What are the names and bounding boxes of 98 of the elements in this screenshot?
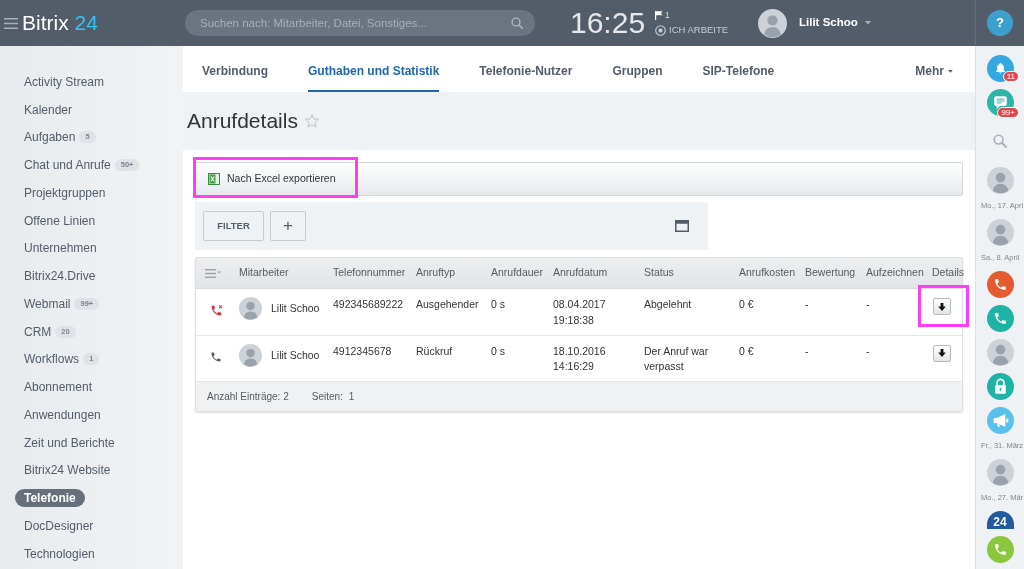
column-header[interactable]: Details bbox=[932, 265, 965, 281]
employee-name[interactable]: Lilit Schoo bbox=[271, 301, 320, 317]
tab[interactable]: Gruppen bbox=[612, 46, 663, 92]
avatar-icon[interactable] bbox=[986, 458, 1014, 486]
table-cell-text: Rückruf bbox=[416, 343, 454, 359]
sidebar-item[interactable]: Projektgruppen bbox=[24, 184, 106, 201]
table-cell-text: - bbox=[805, 297, 810, 312]
column-header[interactable]: Mitarbeiter bbox=[239, 265, 289, 281]
phone-icon[interactable] bbox=[986, 535, 1014, 563]
spreadsheet-icon bbox=[208, 173, 220, 185]
sidebar-item[interactable]: Bitrix24.Drive bbox=[24, 268, 96, 285]
table-cell-text: 4912345678 bbox=[333, 343, 393, 359]
caret-icon[interactable] bbox=[864, 21, 871, 25]
employee-name[interactable]: Lilit Schoo bbox=[271, 347, 320, 363]
arrow-down-icon bbox=[938, 302, 946, 311]
table-cell-text: 18.10.2016 14:16:29 bbox=[553, 343, 607, 374]
counter-badge: 99+ bbox=[997, 107, 1019, 118]
sidebar-item[interactable]: Webmail bbox=[24, 295, 71, 312]
table-cell-text: Ausgehender bbox=[416, 297, 479, 312]
user-name[interactable]: Lilit Schoo bbox=[799, 14, 858, 32]
more-tab[interactable]: Mehr bbox=[915, 46, 953, 92]
clock: 16:25 bbox=[570, 6, 646, 40]
avatar-icon bbox=[239, 343, 262, 367]
column-header[interactable]: Bewertung bbox=[805, 265, 856, 281]
sidebar-item[interactable]: Aufgaben bbox=[24, 129, 76, 146]
sidebar-item[interactable]: Zeit und Berichte bbox=[24, 434, 115, 451]
download-button[interactable] bbox=[933, 344, 951, 362]
table-cell-text: - bbox=[805, 343, 810, 359]
phone-icon[interactable] bbox=[986, 304, 1014, 332]
logo[interactable]: Bitrix 24 bbox=[22, 11, 98, 35]
avatar-icon bbox=[239, 297, 262, 320]
stop-circle-icon bbox=[655, 24, 666, 36]
phone-icon bbox=[210, 350, 222, 363]
column-header[interactable]: Aufzeichnen bbox=[866, 265, 924, 281]
table-cell-text: 0 s bbox=[491, 297, 506, 312]
table-cell-text: 08.04.2017 19:18:38 bbox=[553, 297, 607, 328]
column-header[interactable]: Telefonnummer bbox=[333, 265, 406, 281]
sidebar-item[interactable]: Unternehmen bbox=[24, 240, 97, 257]
bell-icon[interactable] bbox=[986, 54, 1014, 82]
column-header[interactable]: Anrufdatum bbox=[553, 265, 608, 281]
search-icon[interactable] bbox=[993, 134, 1007, 148]
avatar-icon[interactable] bbox=[986, 218, 1014, 246]
table-cell-text: Abgelehnt bbox=[644, 297, 693, 312]
sidebar-item[interactable]: Activity Stream bbox=[24, 73, 104, 90]
sidebar-item[interactable]: Kalender bbox=[24, 101, 73, 118]
sidebar-item[interactable]: Offene Linien bbox=[24, 212, 96, 229]
star-icon[interactable] bbox=[303, 113, 320, 129]
phone-cross-icon bbox=[210, 304, 224, 317]
sidebar-item[interactable]: DocDesigner bbox=[24, 517, 94, 534]
tab[interactable]: Telefonie-Nutzer bbox=[479, 46, 573, 92]
sidebar-item[interactable]: Technologien bbox=[24, 545, 95, 562]
tab[interactable]: Guthaben und Statistik bbox=[308, 46, 440, 92]
search-icon[interactable] bbox=[511, 17, 523, 29]
sidebar-item[interactable]: Telefonie bbox=[15, 489, 85, 508]
sidebar-item[interactable]: Chat und Anrufe bbox=[24, 157, 111, 174]
app-button[interactable]: 24 bbox=[986, 511, 1014, 529]
table-cell-text: 492345689222 bbox=[333, 297, 404, 312]
table-cell-text: Der Anruf war verpasst bbox=[644, 343, 710, 374]
table-cell-text: 0 € bbox=[739, 297, 755, 312]
table-cell-text: - bbox=[866, 343, 871, 359]
work-status-button[interactable]: ICH ARBEITE bbox=[655, 24, 729, 36]
table-cell-text: - bbox=[866, 297, 871, 312]
download-button[interactable] bbox=[933, 298, 951, 315]
avatar-icon[interactable] bbox=[758, 8, 787, 38]
megaphone-icon[interactable] bbox=[986, 406, 1014, 434]
filter-button[interactable]: FILTER bbox=[203, 211, 264, 241]
entry-count: Anzahl Einträge: 2 bbox=[207, 390, 289, 404]
column-header[interactable]: Anrufkosten bbox=[739, 265, 796, 281]
export-button[interactable]: Nach Excel exportieren bbox=[208, 171, 336, 187]
page-number[interactable]: 1 bbox=[348, 389, 355, 404]
search-field[interactable]: Suchen nach: Mitarbeiter, Datei, Sonstiges... bbox=[185, 10, 535, 36]
column-header[interactable]: Status bbox=[644, 265, 674, 281]
page-title: Anrufdetails bbox=[187, 108, 298, 134]
table-cell-text: 0 € bbox=[739, 343, 755, 359]
window-icon[interactable] bbox=[675, 220, 689, 232]
avatar-icon[interactable] bbox=[986, 166, 1014, 194]
caret-icon bbox=[948, 69, 953, 73]
avatar-icon[interactable] bbox=[986, 338, 1014, 366]
sidebar-item[interactable]: CRM bbox=[24, 323, 52, 340]
flag-count: 1 bbox=[665, 10, 670, 20]
sidebar-item[interactable]: Abonnement bbox=[24, 379, 93, 396]
table-cell-text: 0 s bbox=[491, 343, 506, 359]
add-button[interactable]: + bbox=[270, 211, 306, 241]
arrow-down-icon bbox=[938, 349, 946, 357]
column-header[interactable]: Anrufdauer bbox=[491, 265, 543, 281]
tab[interactable]: SIP-Telefone bbox=[702, 46, 775, 92]
sidebar-item[interactable]: Workflows bbox=[24, 351, 80, 368]
pages-label: Seiten: bbox=[311, 390, 343, 404]
column-menu-icon[interactable] bbox=[205, 268, 221, 278]
flag-icon bbox=[655, 10, 663, 20]
counter-badge: 11 bbox=[1002, 71, 1019, 82]
sidebar-item[interactable]: Anwendungen bbox=[24, 406, 101, 423]
column-header[interactable]: Anruftyp bbox=[416, 265, 456, 281]
lock-icon[interactable] bbox=[986, 372, 1014, 400]
phone-icon[interactable] bbox=[986, 270, 1014, 298]
sidebar-item[interactable]: Bitrix24 Website bbox=[24, 462, 111, 479]
tab[interactable]: Verbindung bbox=[202, 46, 268, 92]
menu-icon[interactable] bbox=[4, 17, 18, 29]
